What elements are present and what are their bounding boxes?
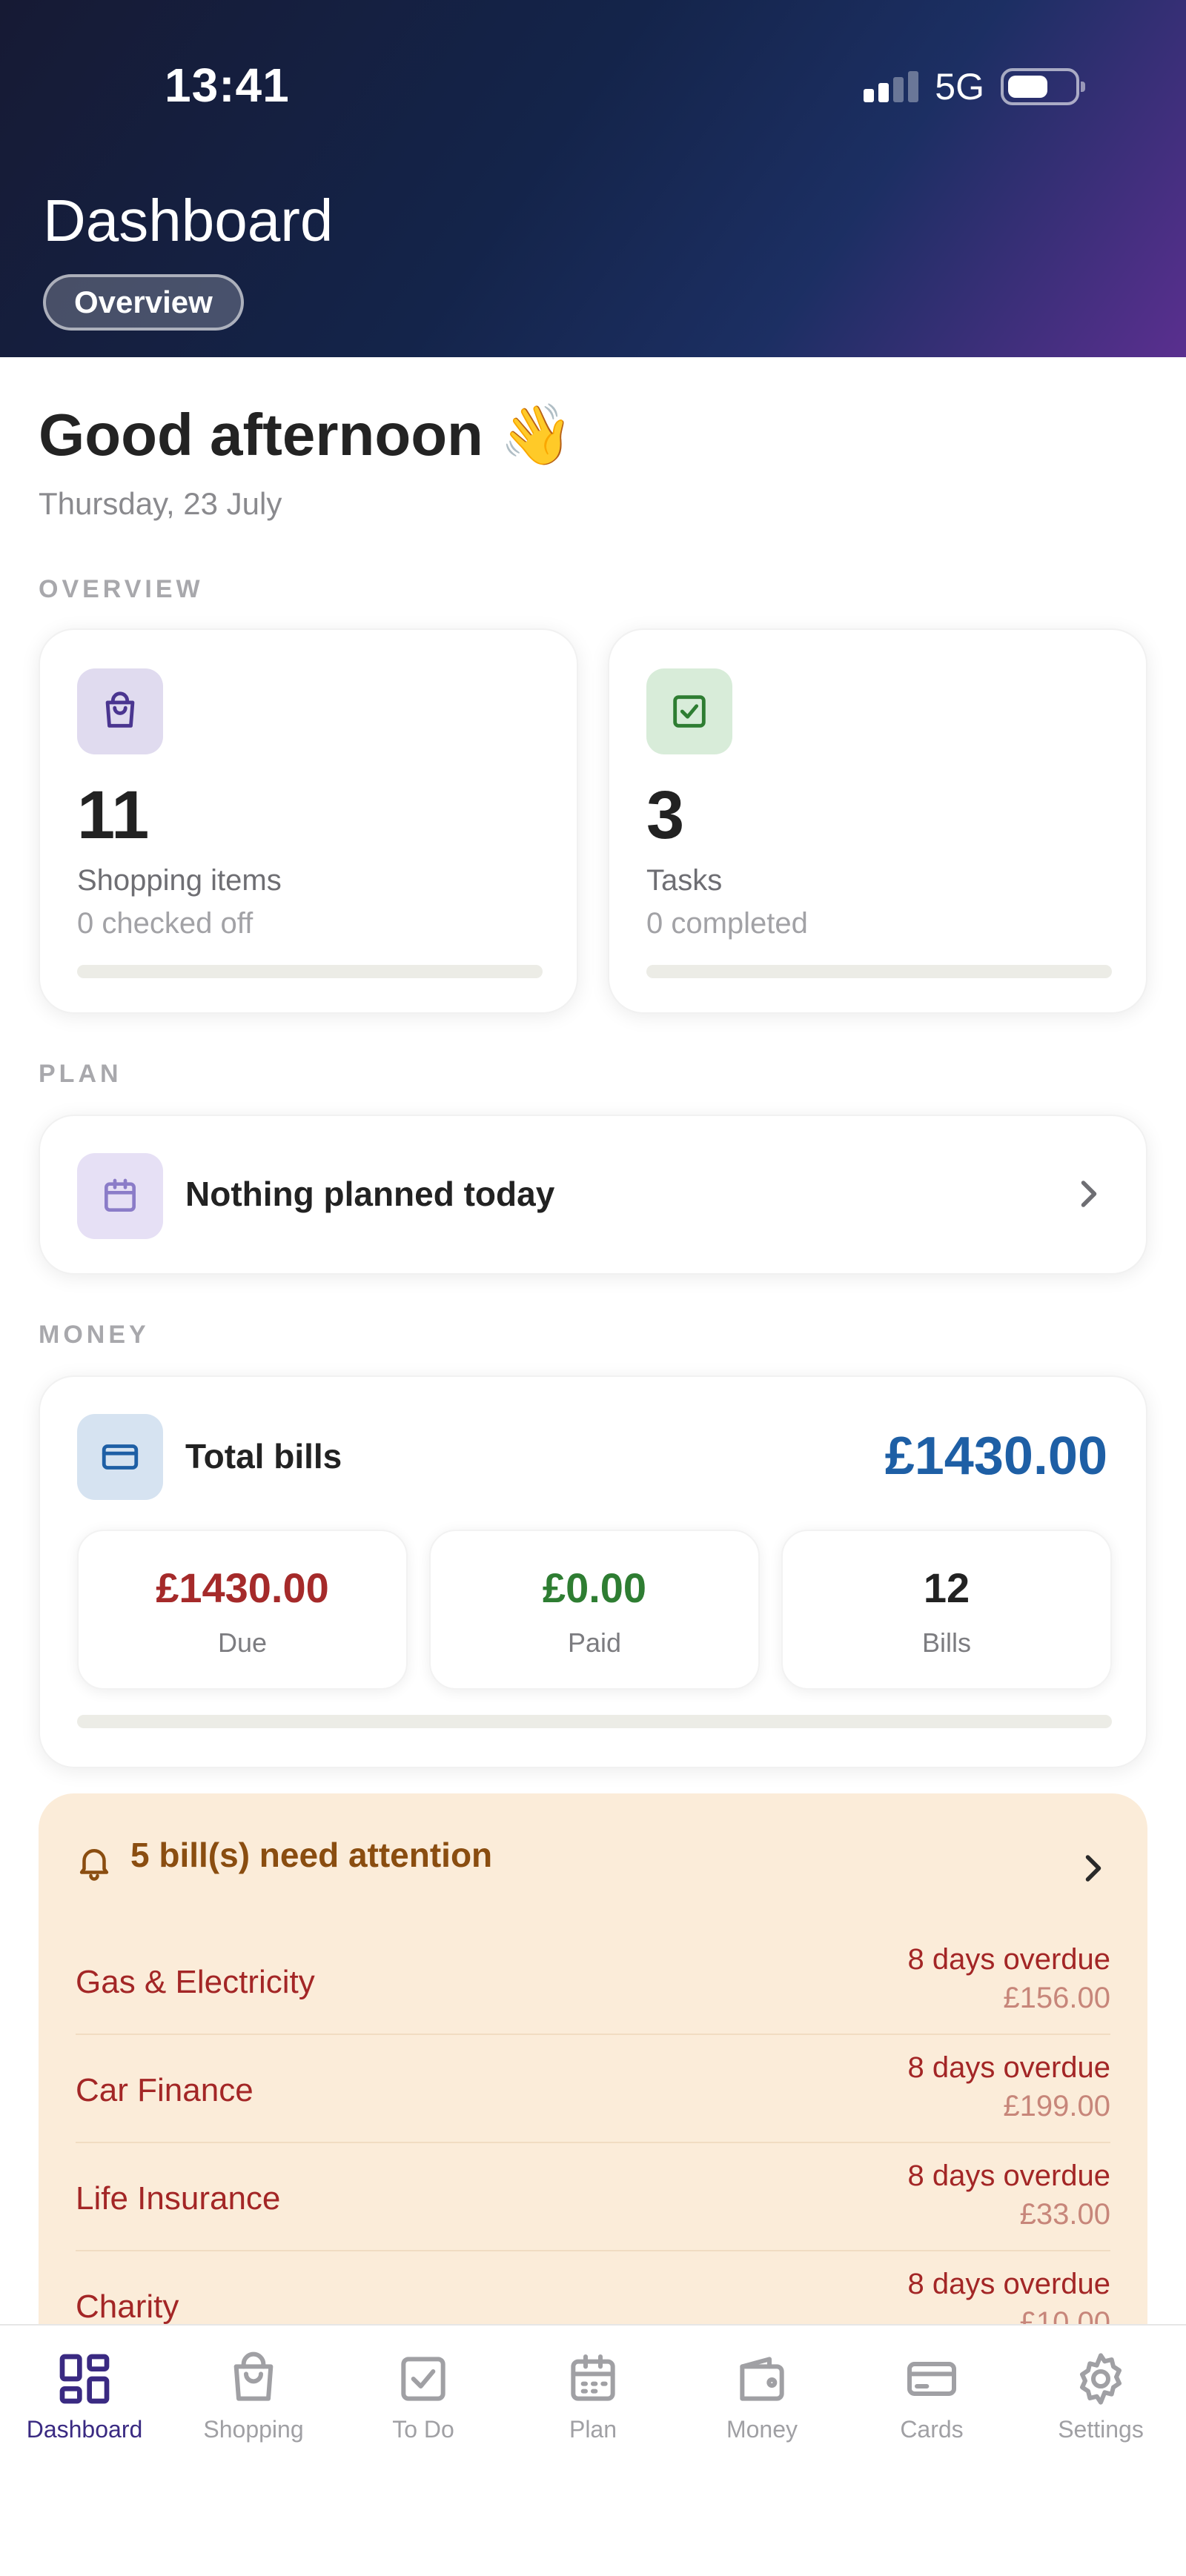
credit-card-icon xyxy=(907,2362,956,2396)
bill-amount: £156.00 xyxy=(1003,1982,1110,2014)
signal-icon xyxy=(864,71,919,102)
bill-name: Car Finance xyxy=(76,2072,254,2108)
tab-label: Shopping xyxy=(203,2416,304,2443)
shopping-label: Shopping items xyxy=(77,864,282,897)
bills-attention-title[interactable]: 5 bill(s) need attention xyxy=(130,1835,492,1875)
page-title: Dashboard xyxy=(43,187,334,253)
greeting-heading: Good afternoon 👋 xyxy=(39,402,574,468)
app-header: 13:41 5G Dashboard Overview xyxy=(0,0,1186,357)
credit-card-icon xyxy=(77,1414,163,1500)
tab-shopping[interactable]: Shopping xyxy=(169,2343,338,2469)
plan-section-label: PLAN xyxy=(39,1060,122,1088)
tasks-label: Tasks xyxy=(646,864,723,897)
calendar-icon xyxy=(77,1153,163,1239)
paid-label: Paid xyxy=(567,1627,622,1658)
bills-count-label: Bills xyxy=(921,1627,971,1658)
shopping-bag-icon xyxy=(233,2351,274,2401)
plan-card[interactable]: Nothing planned today xyxy=(39,1115,1147,1275)
status-indicators: 5G xyxy=(864,65,1085,108)
tab-label: Plan xyxy=(569,2416,617,2443)
tasks-summary-card[interactable]: 3 Tasks 0 completed xyxy=(608,628,1147,1014)
tab-label: Money xyxy=(726,2416,798,2443)
bill-amount: £33.00 xyxy=(1019,2198,1110,2231)
chevron-right-icon[interactable] xyxy=(1081,1850,1106,1890)
bills-count-stat: 12 Bills xyxy=(781,1530,1112,1690)
tab-label: To Do xyxy=(392,2416,454,2443)
bell-icon xyxy=(74,1842,114,1886)
money-progress-bar xyxy=(77,1715,1112,1728)
tasks-progress-bar xyxy=(646,965,1112,978)
paid-amount: £0.00 xyxy=(542,1564,647,1611)
money-section-label: MONEY xyxy=(39,1321,150,1349)
tasks-completed-count: 0 completed xyxy=(646,907,808,940)
shopping-checked-count: 0 checked off xyxy=(77,907,254,940)
tasks-count: 3 xyxy=(646,777,685,853)
tab-cards[interactable]: Cards xyxy=(847,2343,1016,2469)
overview-badge[interactable]: Overview xyxy=(43,274,244,331)
chevron-right-icon xyxy=(1076,1175,1101,1216)
battery-icon xyxy=(1001,68,1085,105)
network-type: 5G xyxy=(935,66,984,107)
tab-todo[interactable]: To Do xyxy=(339,2343,508,2469)
paid-stat: £0.00 Paid xyxy=(429,1530,760,1690)
overdue-bill-row[interactable]: Life Insurance 8 days overdue £33.00 xyxy=(76,2143,1110,2251)
due-amount: £1430.00 xyxy=(156,1564,329,1611)
shopping-bag-icon xyxy=(77,668,163,754)
bill-name: Life Insurance xyxy=(76,2180,281,2217)
bill-name: Charity xyxy=(76,2288,179,2325)
gear-icon xyxy=(1080,2353,1122,2405)
overdue-bill-row[interactable]: Car Finance 8 days overdue £199.00 xyxy=(76,2035,1110,2143)
tab-plan[interactable]: Plan xyxy=(508,2343,678,2469)
checkbox-icon xyxy=(401,2357,445,2401)
dashboard-icon xyxy=(59,2354,110,2404)
tab-money[interactable]: Money xyxy=(678,2343,847,2469)
total-bills-amount: £1430.00 xyxy=(884,1427,1107,1486)
wallet-icon xyxy=(740,2357,784,2401)
due-stat: £1430.00 Due xyxy=(77,1530,408,1690)
checkbox-icon xyxy=(646,668,732,754)
tab-label: Settings xyxy=(1058,2416,1144,2443)
overdue-bill-row[interactable]: Gas & Electricity 8 days overdue £156.00 xyxy=(76,1927,1110,2035)
shopping-summary-card[interactable]: 11 Shopping items 0 checked off xyxy=(39,628,578,1014)
bill-amount: £199.00 xyxy=(1003,2090,1110,2122)
total-bills-label: Total bills xyxy=(185,1437,342,1475)
bill-overdue-status: 8 days overdue xyxy=(907,2160,1110,2192)
bottom-tab-bar: Dashboard Shopping To Do Plan Money Card… xyxy=(0,2324,1186,2576)
tab-label: Cards xyxy=(900,2416,964,2443)
bills-count: 12 xyxy=(923,1564,970,1611)
status-time: 13:41 xyxy=(165,59,290,112)
tab-settings[interactable]: Settings xyxy=(1016,2343,1185,2469)
bill-overdue-status: 8 days overdue xyxy=(907,2051,1110,2084)
calendar-icon xyxy=(571,2354,615,2401)
plan-empty-text: Nothing planned today xyxy=(185,1175,555,1213)
shopping-progress-bar xyxy=(77,965,543,978)
money-card[interactable]: Total bills £1430.00 £1430.00 Due £0.00 … xyxy=(39,1375,1147,1768)
bill-name: Gas & Electricity xyxy=(76,1964,315,2000)
bill-overdue-status: 8 days overdue xyxy=(907,1943,1110,1976)
current-date: Thursday, 23 July xyxy=(39,486,282,521)
bill-overdue-status: 8 days overdue xyxy=(907,2268,1110,2300)
tab-label: Dashboard xyxy=(26,2416,143,2443)
tab-dashboard[interactable]: Dashboard xyxy=(0,2343,169,2469)
overview-section-label: OVERVIEW xyxy=(39,575,204,603)
shopping-count: 11 xyxy=(77,777,150,853)
due-label: Due xyxy=(217,1627,268,1658)
